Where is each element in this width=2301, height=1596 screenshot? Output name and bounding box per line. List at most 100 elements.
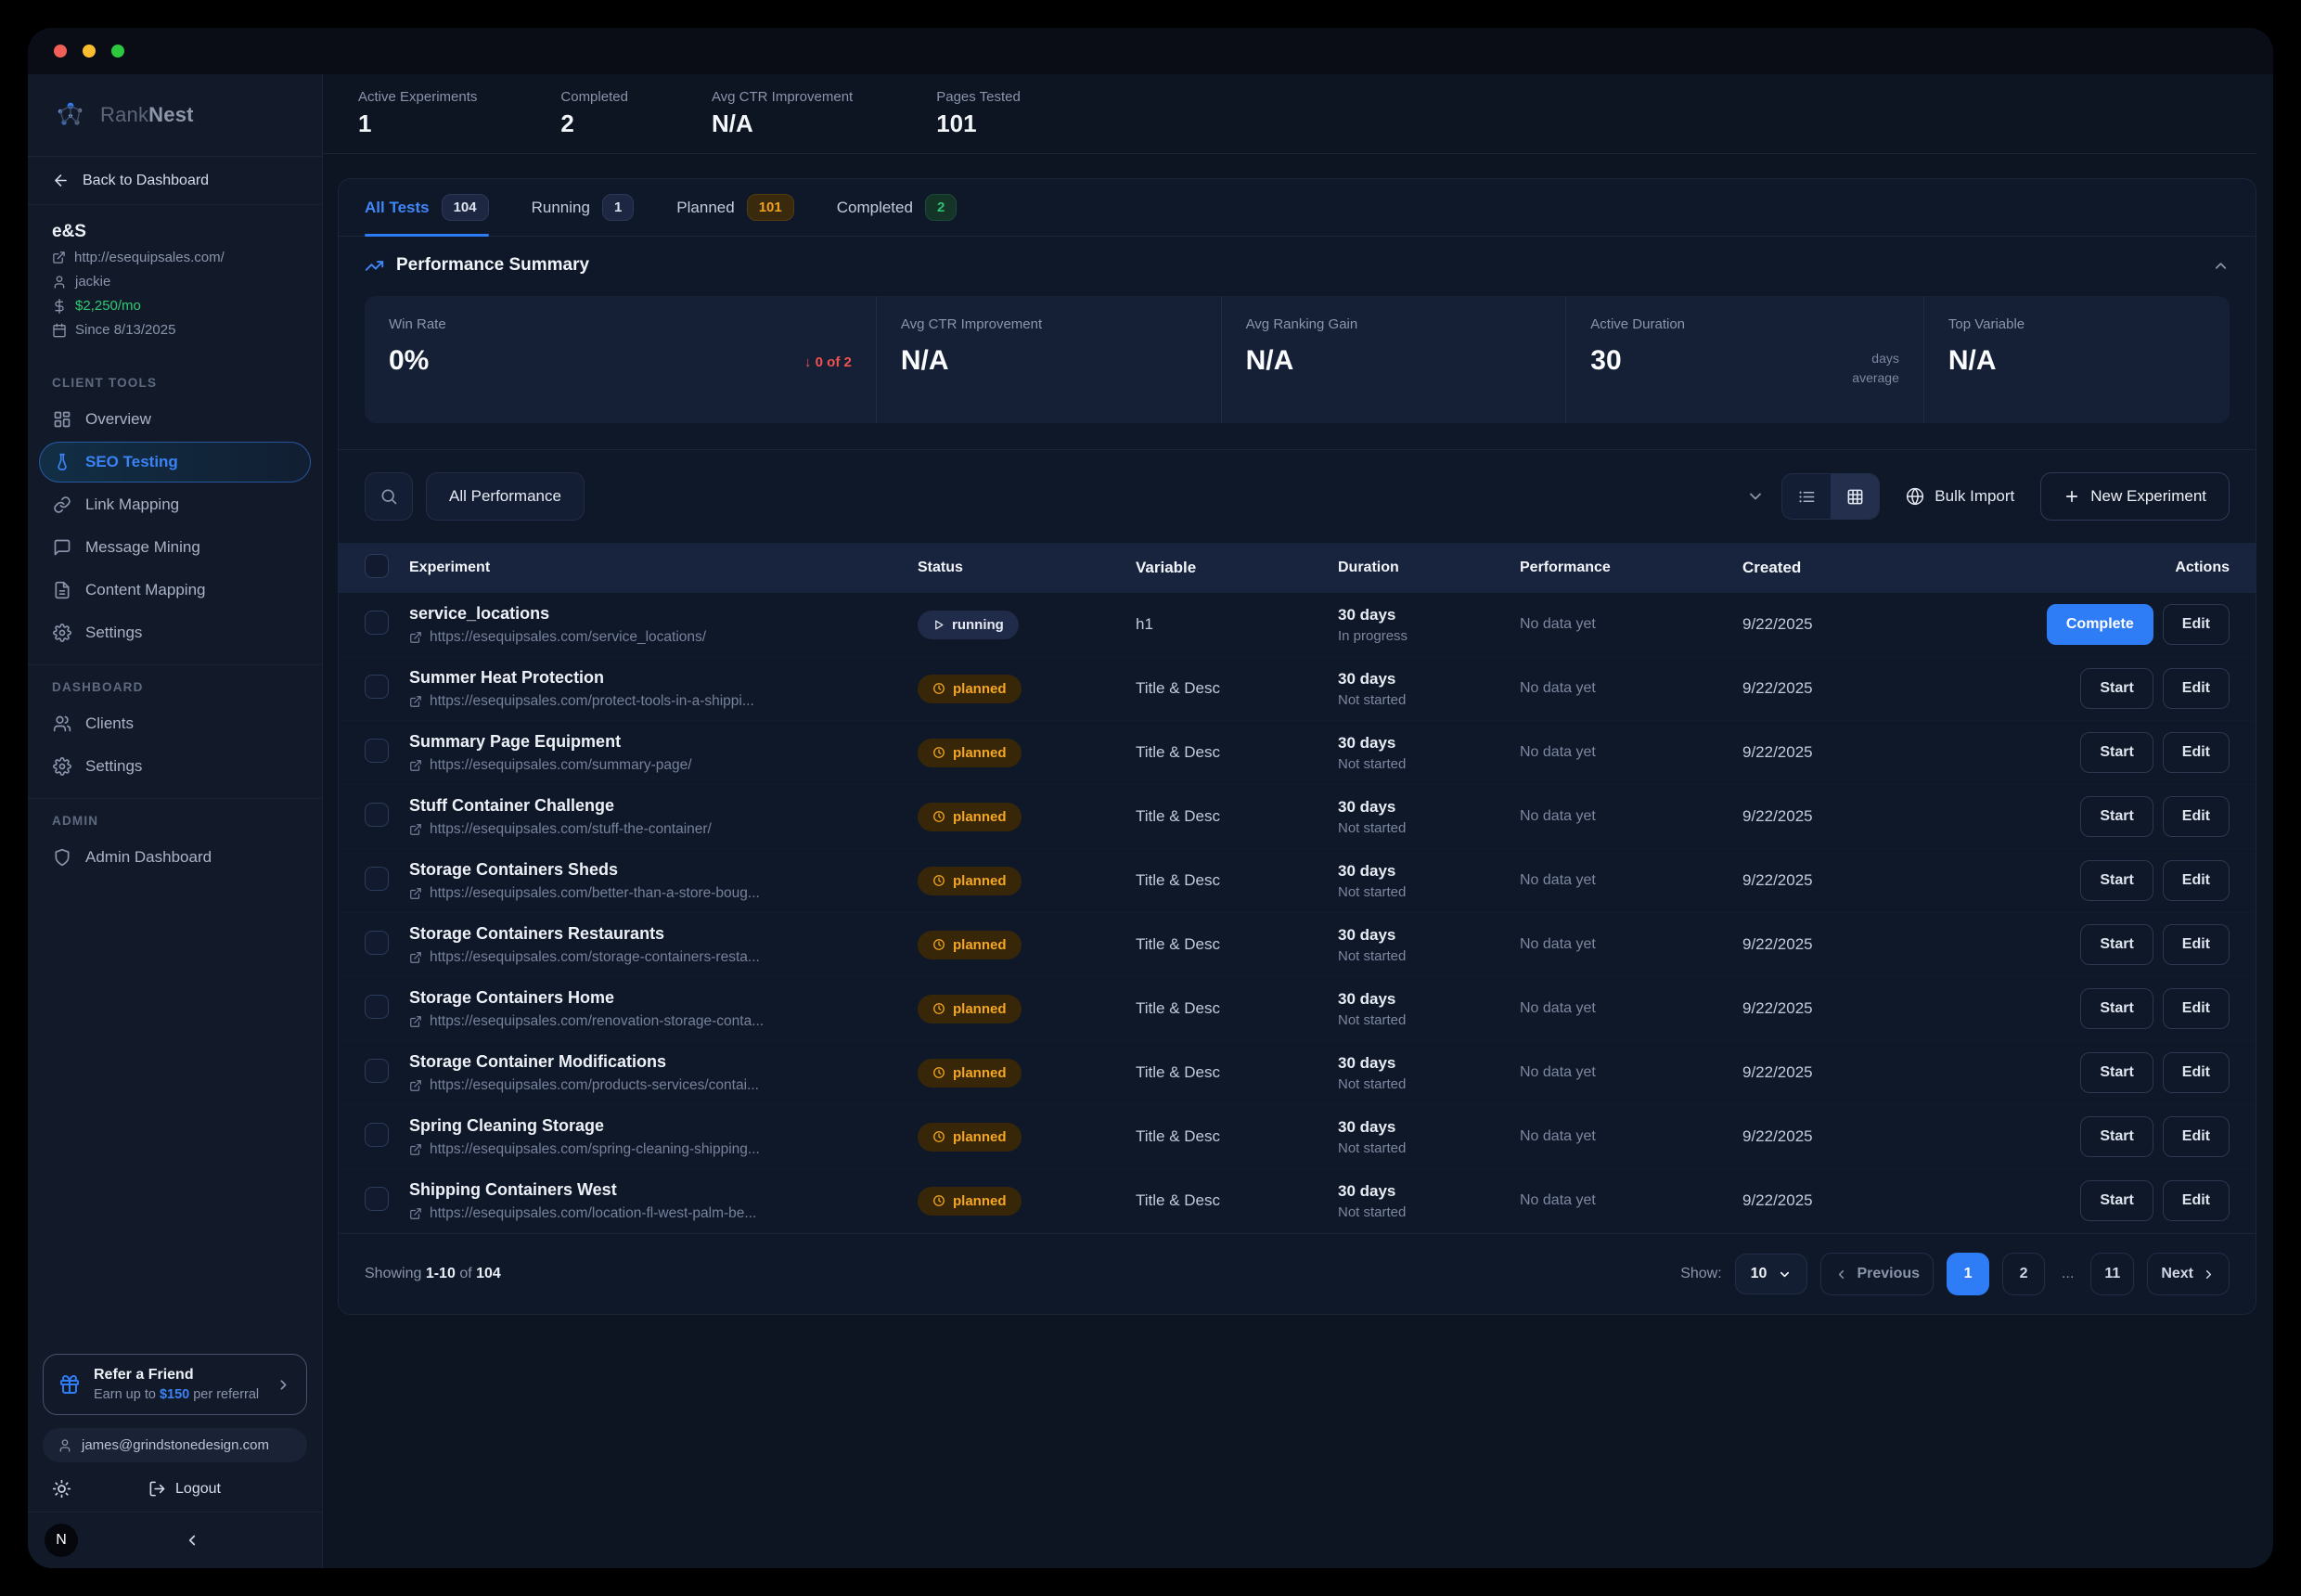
table-row: Summary Page Equipmenthttps://esequipsal… [339,721,2256,785]
experiment-url[interactable]: https://esequipsales.com/location-fl-wes… [409,1205,918,1222]
perf-metric-unit: daysaverage [1852,347,1899,388]
close-window-button[interactable] [54,45,67,58]
top-stat: Pages Tested101 [936,89,1021,138]
row-checkbox[interactable] [365,803,389,827]
experiment-url[interactable]: https://esequipsales.com/protect-tools-i… [409,693,918,710]
start-button[interactable]: Start [2080,860,2153,901]
row-checkbox[interactable] [365,995,389,1019]
page-button-11[interactable]: 11 [2090,1253,2134,1295]
experiment-url[interactable]: https://esequipsales.com/stuff-the-conta… [409,821,918,838]
avatar[interactable]: N [45,1524,78,1557]
refer-a-friend-card[interactable]: Refer a Friend Earn up to $150 per refer… [43,1354,307,1415]
chevron-down-icon[interactable] [1746,487,1765,506]
new-experiment-button[interactable]: New Experiment [2040,472,2230,521]
table-row: Storage Containers Restaurantshttps://es… [339,913,2256,977]
tab-planned[interactable]: Planned101 [676,179,793,236]
sidebar-item-content-mapping[interactable]: Content Mapping [39,570,311,611]
variable-cell: Title & Desc [1136,1191,1338,1210]
edit-button[interactable]: Edit [2163,668,2230,709]
edit-button[interactable]: Edit [2163,988,2230,1029]
variable-cell: Title & Desc [1136,935,1338,954]
tab-completed[interactable]: Completed2 [837,179,958,236]
client-url[interactable]: http://esequipsales.com/ [52,250,298,265]
experiment-url[interactable]: https://esequipsales.com/service_locatio… [409,629,918,646]
page-button-1[interactable]: 1 [1947,1253,1989,1295]
sidebar-item-overview[interactable]: Overview [39,399,311,440]
row-checkbox[interactable] [365,739,389,763]
client-contact: jackie [52,274,298,290]
search-button[interactable] [365,472,413,521]
tab-running[interactable]: Running1 [532,179,635,236]
start-button[interactable]: Start [2080,924,2153,965]
collapse-section-chevron-up-icon[interactable] [2212,257,2230,275]
row-checkbox[interactable] [365,1123,389,1147]
experiment-url[interactable]: https://esequipsales.com/products-servic… [409,1077,918,1094]
start-button[interactable]: Start [2080,668,2153,709]
bulk-import-button[interactable]: Bulk Import [1896,487,2024,506]
stat-value: 101 [936,109,1021,138]
complete-button[interactable]: Complete [2047,604,2153,645]
next-page-button[interactable]: Next [2147,1253,2230,1295]
sidebar-item-clients[interactable]: Clients [39,703,311,744]
duration-cell: 30 daysNot started [1338,1054,1520,1092]
page-size-select[interactable]: 10 [1735,1254,1808,1294]
theme-toggle-sun-icon[interactable] [52,1479,71,1499]
back-to-dashboard-link[interactable]: Back to Dashboard [28,157,322,205]
sidebar-item-seo-testing[interactable]: SEO Testing [39,442,311,483]
row-checkbox[interactable] [365,931,389,955]
start-button[interactable]: Start [2080,988,2153,1029]
row-checkbox[interactable] [365,1187,389,1211]
row-checkbox[interactable] [365,867,389,891]
page-button-2[interactable]: 2 [2002,1253,2045,1295]
duration-cell: 30 daysNot started [1338,990,1520,1028]
edit-button[interactable]: Edit [2163,796,2230,837]
collapse-sidebar-button[interactable] [184,1532,200,1549]
perf-metric-delta: ↓ 0 of 2 [804,347,852,370]
edit-button[interactable]: Edit [2163,860,2230,901]
start-button[interactable]: Start [2080,732,2153,773]
account-email[interactable]: james@grindstonedesign.com [43,1428,307,1462]
sidebar-item-settings[interactable]: Settings [39,746,311,787]
performance-cell: No data yet [1520,616,1742,633]
list-view-button[interactable] [1782,474,1831,519]
logout-button[interactable]: Logout [148,1480,221,1498]
start-button[interactable]: Start [2080,1052,2153,1093]
previous-page-button[interactable]: Previous [1820,1253,1934,1295]
row-checkbox[interactable] [365,611,389,635]
dollar-icon [52,299,67,314]
tab-all-tests[interactable]: All Tests104 [365,179,489,236]
experiment-url[interactable]: https://esequipsales.com/storage-contain… [409,949,918,966]
grid-view-button[interactable] [1831,474,1879,519]
sidebar-item-link-mapping[interactable]: Link Mapping [39,484,311,525]
edit-button[interactable]: Edit [2163,1180,2230,1221]
edit-button[interactable]: Edit [2163,924,2230,965]
duration-cell: 30 daysIn progress [1338,606,1520,644]
clock-icon [932,746,945,759]
experiment-url[interactable]: https://esequipsales.com/summary-page/ [409,757,918,774]
experiments-panel: All Tests104 Running1 Planned101 Completed2… [338,178,2256,1315]
edit-button[interactable]: Edit [2163,732,2230,773]
edit-button[interactable]: Edit [2163,1116,2230,1157]
created-cell: 9/22/2025 [1742,1127,2035,1146]
row-checkbox[interactable] [365,675,389,699]
experiment-url[interactable]: https://esequipsales.com/better-than-a-s… [409,885,918,902]
select-all-checkbox[interactable] [365,554,389,578]
performance-filter-dropdown[interactable]: All Performance [426,472,585,521]
sidebar-item-settings[interactable]: Settings [39,612,311,653]
row-checkbox[interactable] [365,1059,389,1083]
sidebar-item-message-mining[interactable]: Message Mining [39,527,311,568]
performance-cell: No data yet [1520,872,1742,889]
start-button[interactable]: Start [2080,796,2153,837]
start-button[interactable]: Start [2080,1180,2153,1221]
minimize-window-button[interactable] [83,45,96,58]
start-button[interactable]: Start [2080,1116,2153,1157]
zoom-window-button[interactable] [111,45,124,58]
perf-metric-value: 0% [389,347,429,375]
experiment-url[interactable]: https://esequipsales.com/renovation-stor… [409,1013,918,1030]
sidebar-item-admin-dashboard[interactable]: Admin Dashboard [39,837,311,878]
gift-icon [58,1373,81,1396]
edit-button[interactable]: Edit [2163,1052,2230,1093]
edit-button[interactable]: Edit [2163,604,2230,645]
experiment-url[interactable]: https://esequipsales.com/spring-cleaning… [409,1141,918,1158]
variable-cell: Title & Desc [1136,871,1338,890]
